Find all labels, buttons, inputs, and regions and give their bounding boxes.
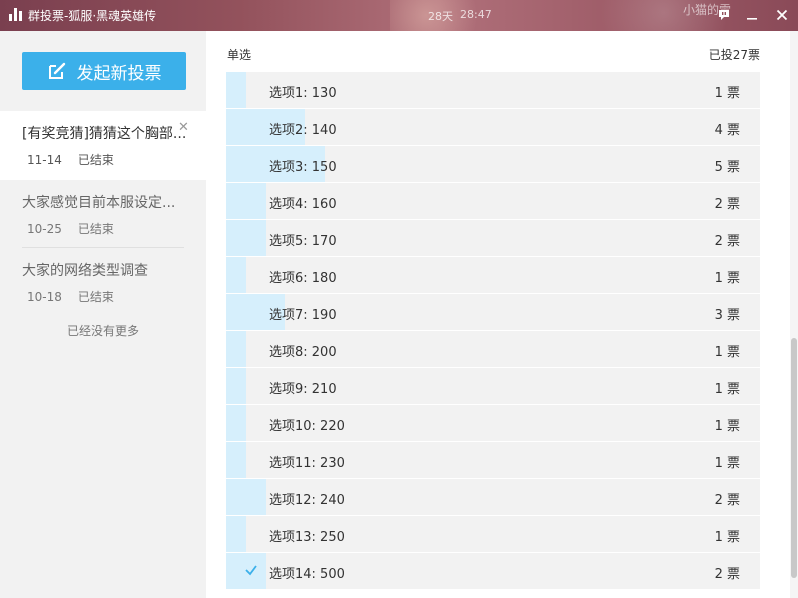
total-votes-label: 已投27票 (708, 48, 760, 62)
vote-status: 已结束 (77, 222, 114, 236)
background-decoration (600, 0, 760, 31)
vote-status: 已结束 (77, 290, 114, 304)
vote-title: 大家的网络类型调查 (22, 263, 148, 279)
vote-proportion-bar (226, 368, 246, 404)
vote-option-label: 选项6: 180 (269, 271, 337, 286)
vote-proportion-bar (226, 331, 246, 367)
close-icon[interactable]: ✕ (178, 120, 189, 135)
vote-option-count: 2 票 (714, 567, 740, 582)
close-button[interactable] (772, 5, 792, 25)
vote-meta: 10-18 已结束 (27, 288, 114, 305)
close-icon (776, 9, 788, 21)
vote-option-row[interactable]: 选项14: 500 2 票 (226, 552, 760, 589)
vote-proportion-bar (226, 220, 266, 256)
speech-bubble-icon (719, 10, 729, 20)
vote-option-row[interactable]: 选项4: 160 2 票 (226, 182, 760, 219)
vote-type-label: 单选 (227, 48, 252, 62)
vote-option-row[interactable]: 选项13: 250 1 票 (226, 515, 760, 552)
vote-proportion-bar (226, 405, 246, 441)
vote-date: 11-14 (27, 153, 62, 167)
vote-option-label: 选项3: 150 (269, 160, 337, 175)
vote-list-item[interactable]: [有奖竞猜]猜猜这个胸部... ✕ 11-14 已结束 (0, 111, 206, 180)
title-bar: 群投票-狐服·黑魂英雄传 28天 28:47 小猫的雪 (0, 0, 798, 31)
vote-option-count: 1 票 (714, 86, 740, 101)
vote-list-sidebar: 发起新投票 [有奖竞猜]猜猜这个胸部... ✕ 11-14 已结束 大家感觉目前本… (0, 31, 206, 598)
vote-list-item[interactable]: 大家的网络类型调查 10-18 已结束 (0, 248, 206, 316)
vote-option-label: 选项7: 190 (269, 308, 337, 323)
vote-option-count: 2 票 (714, 493, 740, 508)
vote-option-label: 选项4: 160 (269, 197, 337, 212)
vote-option-row[interactable]: 选项9: 210 1 票 (226, 367, 760, 404)
background-text: 28天 (428, 10, 453, 23)
vote-option-label: 选项9: 210 (269, 382, 337, 397)
vote-proportion-bar (226, 183, 266, 219)
vote-option-row[interactable]: 选项11: 230 1 票 (226, 441, 760, 478)
vote-option-row[interactable]: 选项8: 200 1 票 (226, 330, 760, 367)
vote-option-row[interactable]: 选项2: 140 4 票 (226, 108, 760, 145)
scroll-thumb[interactable] (791, 338, 797, 578)
window-title: 群投票-狐服·黑魂英雄传 (28, 9, 157, 23)
vote-option-label: 选项8: 200 (269, 345, 337, 360)
vote-option-row[interactable]: 选项1: 130 1 票 (226, 71, 760, 108)
new-vote-label: 发起新投票 (76, 63, 162, 84)
vote-proportion-bar (226, 72, 246, 108)
vote-option-count: 1 票 (714, 271, 740, 286)
vote-option-count: 1 票 (714, 382, 740, 397)
vote-option-label: 选项14: 500 (269, 567, 345, 582)
vote-option-label: 选项10: 220 (269, 419, 345, 434)
vote-option-label: 选项2: 140 (269, 123, 337, 138)
vote-option-count: 1 票 (714, 456, 740, 471)
edit-icon (48, 62, 65, 79)
vote-option-count: 3 票 (714, 308, 740, 323)
options-list: 选项1: 130 1 票选项2: 140 4 票选项3: 150 5 票选项4: 16… (226, 71, 760, 589)
vote-option-row[interactable]: 选项5: 170 2 票 (226, 219, 760, 256)
vote-proportion-bar (226, 516, 246, 552)
feedback-button[interactable] (714, 5, 734, 25)
vote-proportion-bar (226, 257, 246, 293)
vote-option-count: 1 票 (714, 419, 740, 434)
bar-chart-icon (9, 8, 22, 21)
vote-option-label: 选项11: 230 (269, 456, 345, 471)
vote-option-label: 选项12: 240 (269, 493, 345, 508)
vote-meta: 10-25 已结束 (27, 220, 114, 237)
vote-option-row[interactable]: 选项6: 180 1 票 (226, 256, 760, 293)
vote-option-count: 1 票 (714, 345, 740, 360)
vote-option-row[interactable]: 选项3: 150 5 票 (226, 145, 760, 182)
vote-date: 10-18 (27, 290, 62, 304)
vote-option-count: 5 票 (714, 160, 740, 175)
vote-option-count: 4 票 (714, 123, 740, 138)
new-vote-button[interactable]: 发起新投票 (22, 52, 186, 90)
vote-meta: 11-14 已结束 (27, 151, 114, 168)
vote-option-row[interactable]: 选项12: 240 2 票 (226, 478, 760, 515)
check-icon (245, 565, 257, 576)
vote-proportion-bar (226, 442, 246, 478)
vote-date: 10-25 (27, 222, 62, 236)
minimize-icon (747, 18, 757, 20)
background-text: 28:47 (460, 8, 492, 21)
minimize-button[interactable] (742, 5, 762, 25)
scrollbar[interactable] (790, 31, 798, 598)
no-more-label: 已经没有更多 (66, 324, 139, 338)
vote-status: 已结束 (77, 153, 114, 167)
vote-list-item[interactable]: 大家感觉目前本服设定... 10-25 已结束 (0, 180, 206, 248)
vote-option-label: 选项5: 170 (269, 234, 337, 249)
vote-option-count: 2 票 (714, 234, 740, 249)
vote-option-count: 1 票 (714, 530, 740, 545)
vote-option-row[interactable]: 选项7: 190 3 票 (226, 293, 760, 330)
vote-option-count: 2 票 (714, 197, 740, 212)
vote-title: [有奖竞猜]猜猜这个胸部... (22, 126, 187, 142)
vote-option-label: 选项13: 250 (269, 530, 345, 545)
vote-proportion-bar (226, 479, 266, 515)
vote-option-row[interactable]: 选项10: 220 1 票 (226, 404, 760, 441)
vote-title: 大家感觉目前本服设定... (22, 195, 176, 211)
vote-option-label: 选项1: 130 (269, 86, 337, 101)
vote-detail-panel: 单选 已投27票 选项1: 130 1 票选项2: 140 4 票选项3: 150 5… (206, 31, 798, 598)
